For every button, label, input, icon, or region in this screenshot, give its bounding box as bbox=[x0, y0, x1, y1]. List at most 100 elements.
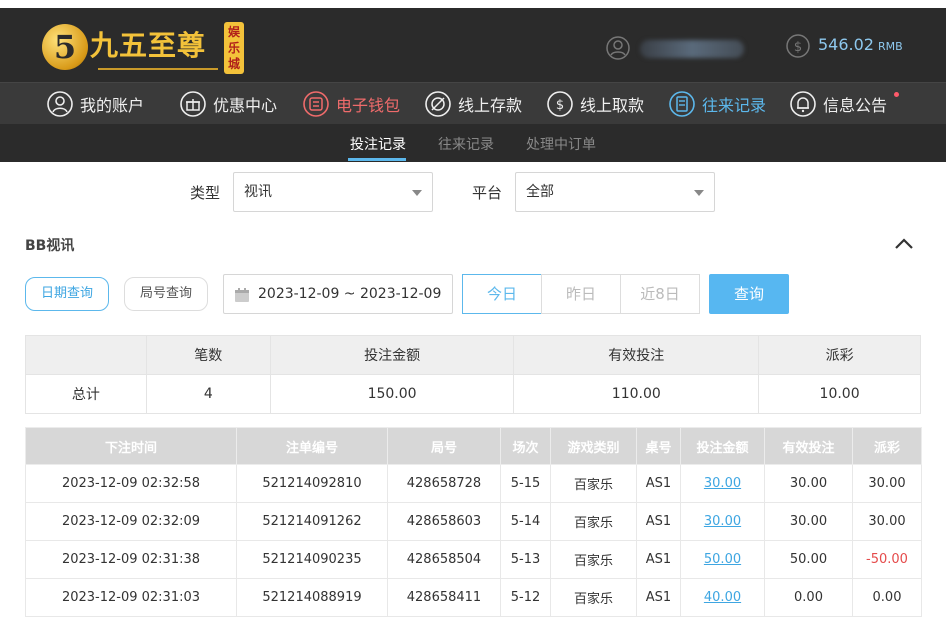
type-select-value: 视讯 bbox=[244, 184, 272, 200]
nav-online-deposit[interactable]: 线上存款 bbox=[424, 89, 522, 119]
payout-cell: 30.00 bbox=[852, 464, 922, 503]
bet-amount-link[interactable]: 50.00 bbox=[704, 552, 741, 567]
records-header-row: 下注时间 注单编号 局号 场次 游戏类别 桌号 投注金额 有效投注 派彩 bbox=[25, 427, 922, 465]
summary-cell: 10.00 bbox=[758, 374, 921, 414]
section-title: BB视讯 bbox=[25, 238, 75, 254]
logo-ornament bbox=[98, 68, 218, 70]
type-label: 类型 bbox=[190, 184, 221, 202]
valid-bet-cell: 30.00 bbox=[764, 502, 853, 541]
bet-time-cell: 2023-12-09 02:32:58 bbox=[25, 464, 237, 503]
column-header: 投注金额 bbox=[680, 427, 765, 465]
bet-time-cell: 2023-12-09 02:32:09 bbox=[25, 502, 237, 541]
round-cell: 428658728 bbox=[387, 464, 501, 503]
nav-transaction-records[interactable]: 往来记录 bbox=[668, 89, 766, 119]
summary-header-cell bbox=[25, 335, 147, 375]
notification-dot bbox=[894, 92, 899, 97]
nav-label: 我的账户 bbox=[80, 96, 145, 115]
round-cell: 428658504 bbox=[387, 540, 501, 579]
tab-transaction-records[interactable]: 往来记录 bbox=[438, 134, 494, 154]
game-type-cell: 百家乐 bbox=[550, 540, 637, 579]
bet-amount-cell: 40.00 bbox=[680, 578, 765, 617]
bet-amount-cell: 30.00 bbox=[680, 502, 765, 541]
bet-records-table: 下注时间 注单编号 局号 场次 游戏类别 桌号 投注金额 有效投注 派彩 202… bbox=[25, 427, 922, 617]
summary-cell: 110.00 bbox=[513, 374, 760, 414]
logo-text: 九五至尊 bbox=[90, 29, 207, 62]
summary-header-cell: 有效投注 bbox=[513, 335, 760, 375]
type-select[interactable]: 视讯 bbox=[233, 172, 433, 212]
date-range-input[interactable]: 2023-12-09 ~ 2023-12-09 bbox=[223, 274, 453, 314]
bet-amount-link[interactable]: 30.00 bbox=[704, 476, 741, 491]
user-circle-icon bbox=[47, 91, 73, 117]
nav-announcements[interactable]: 信息公告 bbox=[789, 89, 887, 119]
today-button[interactable]: 今日 bbox=[462, 274, 542, 314]
nav-label: 线上存款 bbox=[458, 96, 523, 115]
nav-e-wallet[interactable]: 电子钱包 bbox=[302, 89, 400, 119]
active-tab-indicator bbox=[348, 158, 406, 161]
last-8-days-button[interactable]: 近8日 bbox=[620, 274, 700, 314]
payout-cell: -50.00 bbox=[852, 540, 922, 579]
user-icon bbox=[606, 36, 630, 60]
valid-bet-cell: 50.00 bbox=[764, 540, 853, 579]
chevron-down-icon bbox=[412, 190, 422, 196]
bet-amount-cell: 30.00 bbox=[680, 464, 765, 503]
logo-glyph: 5 bbox=[53, 28, 77, 66]
bet-amount-link[interactable]: 30.00 bbox=[704, 514, 741, 529]
table-row: 2023-12-09 02:32:58 521214092810 4286587… bbox=[25, 464, 922, 503]
table-row: 2023-12-09 02:31:38 521214090235 4286585… bbox=[25, 540, 922, 579]
platform-label: 平台 bbox=[472, 184, 503, 202]
column-header: 有效投注 bbox=[764, 427, 853, 465]
nav-online-withdraw[interactable]: $ 线上取款 bbox=[546, 89, 644, 119]
svg-text:$: $ bbox=[794, 40, 802, 55]
round-query-button[interactable]: 局号查询 bbox=[124, 277, 208, 311]
valid-bet-cell: 30.00 bbox=[764, 464, 853, 503]
summary-cell: 150.00 bbox=[269, 374, 515, 414]
bet-id-cell: 521214091262 bbox=[236, 502, 388, 541]
account-balance: 546.02 RMB bbox=[818, 35, 903, 54]
table-no-cell: AS1 bbox=[636, 464, 681, 503]
summary-table: 笔数 投注金额 有效投注 派彩 总计 4 150.00 110.00 10.00 bbox=[25, 335, 921, 414]
wallet-icon bbox=[303, 91, 329, 117]
summary-header-row: 笔数 投注金额 有效投注 派彩 bbox=[25, 335, 921, 375]
site-logo[interactable]: 5 九五至尊 娱乐城 bbox=[42, 18, 252, 76]
platform-select-value: 全部 bbox=[526, 184, 554, 200]
nav-label: 往来记录 bbox=[702, 96, 767, 115]
payout-cell: 0.00 bbox=[852, 578, 922, 617]
table-no-cell: AS1 bbox=[636, 540, 681, 579]
bet-amount-link[interactable]: 40.00 bbox=[704, 590, 741, 605]
table-no-cell: AS1 bbox=[636, 502, 681, 541]
chevron-up-icon[interactable] bbox=[894, 236, 914, 250]
bet-time-cell: 2023-12-09 02:31:03 bbox=[25, 578, 237, 617]
game-type-cell: 百家乐 bbox=[550, 464, 637, 503]
username-redacted bbox=[640, 40, 744, 58]
query-button[interactable]: 查询 bbox=[709, 274, 789, 314]
deposit-icon bbox=[425, 91, 451, 117]
column-header: 游戏类别 bbox=[550, 427, 637, 465]
records-icon bbox=[669, 91, 695, 117]
summary-header-cell: 派彩 bbox=[758, 335, 921, 375]
column-header: 下注时间 bbox=[25, 427, 237, 465]
summary-total-row: 总计 4 150.00 110.00 10.00 bbox=[25, 374, 921, 414]
summary-header-cell: 投注金额 bbox=[269, 335, 515, 375]
svg-text:$: $ bbox=[556, 98, 564, 113]
session-cell: 5-15 bbox=[500, 464, 551, 503]
nav-my-account[interactable]: 我的账户 bbox=[46, 89, 144, 119]
logo-emblem: 5 bbox=[42, 24, 88, 70]
nav-promotions[interactable]: 优惠中心 bbox=[179, 89, 277, 119]
date-query-button[interactable]: 日期查询 bbox=[25, 277, 109, 311]
column-header: 注单编号 bbox=[236, 427, 388, 465]
tab-bet-records[interactable]: 投注记录 bbox=[350, 134, 406, 154]
bet-id-cell: 521214088919 bbox=[236, 578, 388, 617]
yesterday-button[interactable]: 昨日 bbox=[541, 274, 621, 314]
platform-select[interactable]: 全部 bbox=[515, 172, 715, 212]
balance-currency: RMB bbox=[877, 40, 903, 53]
table-row: 2023-12-09 02:31:03 521214088919 4286584… bbox=[25, 578, 922, 617]
chevron-down-icon bbox=[694, 190, 704, 196]
bell-icon bbox=[790, 91, 816, 117]
date-range-value: 2023-12-09 ~ 2023-12-09 bbox=[258, 286, 442, 302]
summary-header-cell: 笔数 bbox=[145, 335, 271, 375]
session-cell: 5-13 bbox=[500, 540, 551, 579]
bet-id-cell: 521214090235 bbox=[236, 540, 388, 579]
bet-id-cell: 521214092810 bbox=[236, 464, 388, 503]
round-cell: 428658603 bbox=[387, 502, 501, 541]
tab-pending-orders[interactable]: 处理中订单 bbox=[526, 134, 596, 154]
